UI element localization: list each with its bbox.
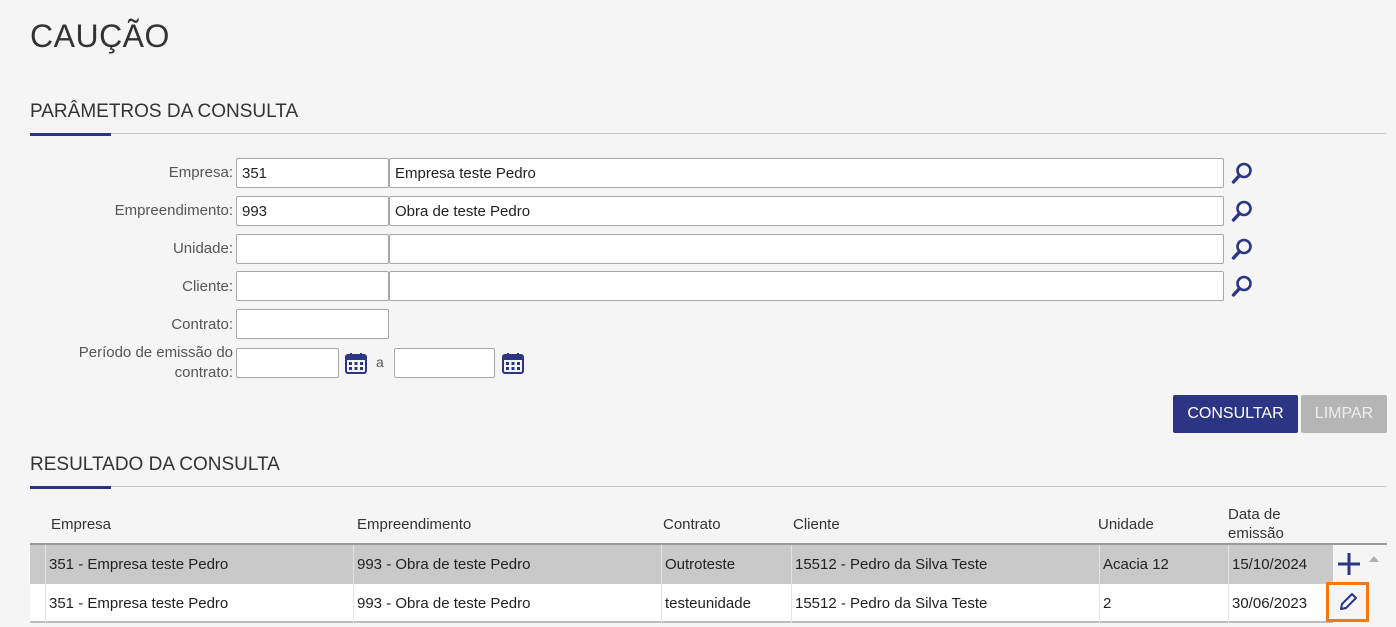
periodo-from-calendar-icon[interactable] <box>341 348 371 378</box>
column-header-empresa[interactable]: Empresa <box>51 515 111 534</box>
cell-cliente: 15512 - Pedro da Silva Teste <box>791 545 1099 584</box>
result-divider <box>30 486 1386 487</box>
cliente-label: Cliente: <box>182 278 233 295</box>
periodo-to-input[interactable] <box>394 348 495 378</box>
params-divider <box>30 133 1386 134</box>
unidade-name-input[interactable] <box>389 234 1224 264</box>
result-accent-bar <box>30 486 111 489</box>
empresa-code-input[interactable] <box>236 158 389 188</box>
periodo-to-calendar-icon[interactable] <box>498 348 528 378</box>
table-row[interactable]: 351 - Empresa teste Pedro 993 - Obra de … <box>30 545 1333 584</box>
periodo-label: Período de emissão do contrato: <box>79 343 233 383</box>
periodo-separator: a <box>376 354 384 370</box>
cell-data-emissao: 30/06/2023 <box>1228 584 1333 623</box>
table-row[interactable]: 351 - Empresa teste Pedro 993 - Obra de … <box>30 584 1333 623</box>
column-header-empreendimento[interactable]: Empreendimento <box>357 515 471 534</box>
empresa-label: Empresa: <box>168 164 233 181</box>
cell-unidade: Acacia 12 <box>1099 545 1228 584</box>
cell-empreendimento: 993 - Obra de teste Pedro <box>353 584 661 623</box>
edit-button[interactable] <box>1326 582 1369 622</box>
params-accent-bar <box>30 133 111 136</box>
limpar-button[interactable]: LIMPAR <box>1301 395 1387 433</box>
periodo-label-line2: contrato: <box>174 364 233 381</box>
column-header-unidade[interactable]: Unidade <box>1098 515 1154 534</box>
cliente-search-icon[interactable] <box>1227 271 1257 301</box>
page-title: CAUÇÃO <box>30 18 170 54</box>
cliente-name-input[interactable] <box>389 271 1224 301</box>
cell-data-emissao: 15/10/2024 <box>1228 545 1333 584</box>
column-header-data-line2: emissão <box>1228 525 1284 542</box>
cell-contrato: Outroteste <box>661 545 791 584</box>
unidade-code-input[interactable] <box>236 234 389 264</box>
periodo-from-input[interactable] <box>236 348 339 378</box>
column-header-data-emissao[interactable]: Data de emissão <box>1228 505 1284 543</box>
column-header-cliente[interactable]: Cliente <box>793 515 840 534</box>
empreendimento-name-input[interactable] <box>389 196 1224 226</box>
empresa-name-input[interactable] <box>389 158 1224 188</box>
cell-empresa: 351 - Empresa teste Pedro <box>45 584 353 623</box>
cell-empreendimento: 993 - Obra de teste Pedro <box>353 545 661 584</box>
params-heading: PARÂMETROS DA CONSULTA <box>30 101 299 122</box>
column-header-contrato[interactable]: Contrato <box>663 515 721 534</box>
cell-empresa: 351 - Empresa teste Pedro <box>45 545 353 584</box>
empreendimento-label: Empreendimento: <box>114 202 233 219</box>
pencil-icon <box>1339 593 1357 610</box>
scroll-up-icon[interactable] <box>1368 551 1380 562</box>
unidade-label: Unidade: <box>172 240 233 257</box>
add-icon[interactable] <box>1337 551 1361 577</box>
empreendimento-code-input[interactable] <box>236 196 389 226</box>
cliente-code-input[interactable] <box>236 271 389 301</box>
unidade-search-icon[interactable] <box>1227 234 1257 264</box>
periodo-label-line1: Período de emissão do <box>78 344 233 361</box>
column-header-data-line1: Data de <box>1228 506 1281 523</box>
cell-cliente: 15512 - Pedro da Silva Teste <box>791 584 1099 623</box>
cell-unidade: 2 <box>1099 584 1228 623</box>
empreendimento-search-icon[interactable] <box>1227 196 1257 226</box>
empresa-search-icon[interactable] <box>1227 158 1257 188</box>
consultar-button[interactable]: CONSULTAR <box>1173 395 1298 433</box>
result-heading: RESULTADO DA CONSULTA <box>30 454 280 475</box>
contrato-label: Contrato: <box>171 316 233 333</box>
cell-contrato: testeunidade <box>661 584 791 623</box>
contrato-input[interactable] <box>236 309 389 339</box>
